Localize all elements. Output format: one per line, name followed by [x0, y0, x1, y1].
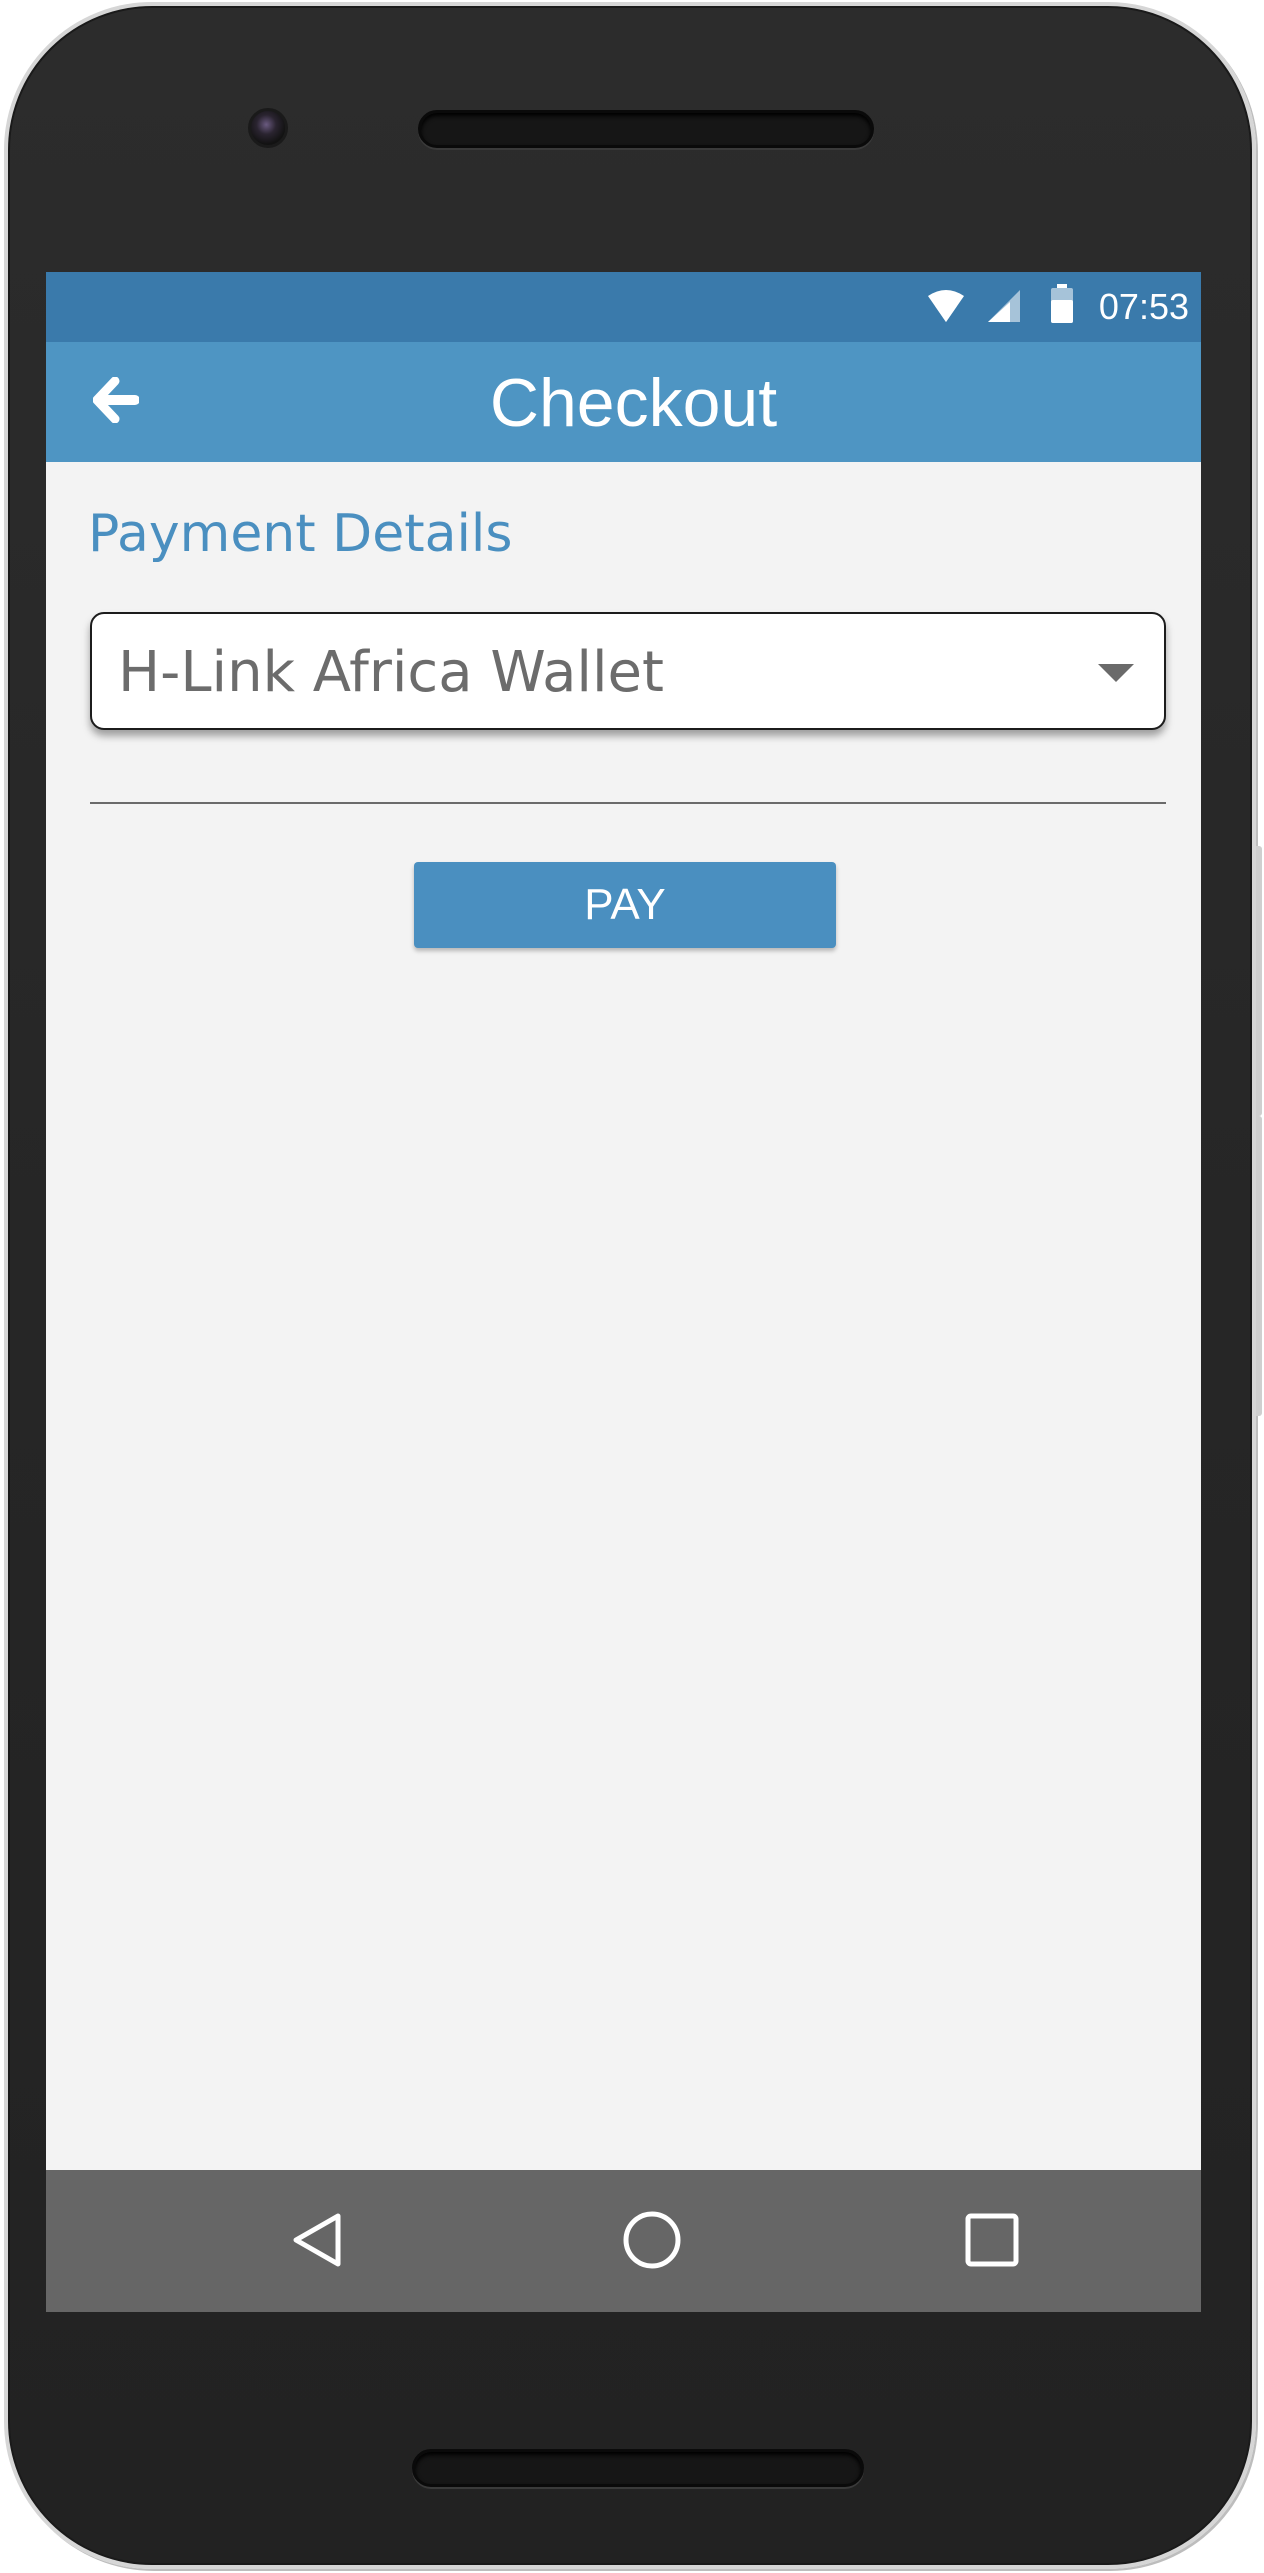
- nav-recents-button[interactable]: [956, 2206, 1028, 2278]
- volume-key: [1256, 846, 1262, 1116]
- wifi-icon: [926, 288, 966, 329]
- page-title: Checkout: [489, 365, 778, 441]
- system-nav-bar: [46, 2170, 1201, 2312]
- power-key: [1256, 1116, 1262, 1416]
- payment-details-heading: Payment Details: [88, 504, 513, 564]
- signal-icon: [986, 288, 1022, 329]
- payment-method-value: H-Link Africa Wallet: [118, 640, 664, 705]
- status-bar: 07:53: [46, 272, 1201, 342]
- home-circle-icon: [621, 2209, 683, 2276]
- divider: [90, 802, 1166, 804]
- payment-method-dropdown[interactable]: H-Link Africa Wallet: [90, 612, 1166, 730]
- status-time: 07:53: [1098, 286, 1189, 327]
- nav-back-button[interactable]: [282, 2206, 354, 2278]
- nav-home-button[interactable]: [616, 2206, 688, 2278]
- battery-icon: [1050, 284, 1074, 329]
- pay-button[interactable]: PAY: [414, 862, 836, 948]
- app-screen: 07:53 Checkout Payment Details H-Link Af…: [46, 272, 1201, 2312]
- earpiece-speaker: [418, 110, 874, 148]
- recents-square-icon: [963, 2211, 1021, 2274]
- bottom-speaker: [412, 2449, 864, 2487]
- front-camera: [248, 108, 288, 148]
- app-toolbar: Checkout: [46, 342, 1201, 462]
- caret-down-icon: [1098, 664, 1134, 689]
- back-triangle-icon: [288, 2210, 348, 2275]
